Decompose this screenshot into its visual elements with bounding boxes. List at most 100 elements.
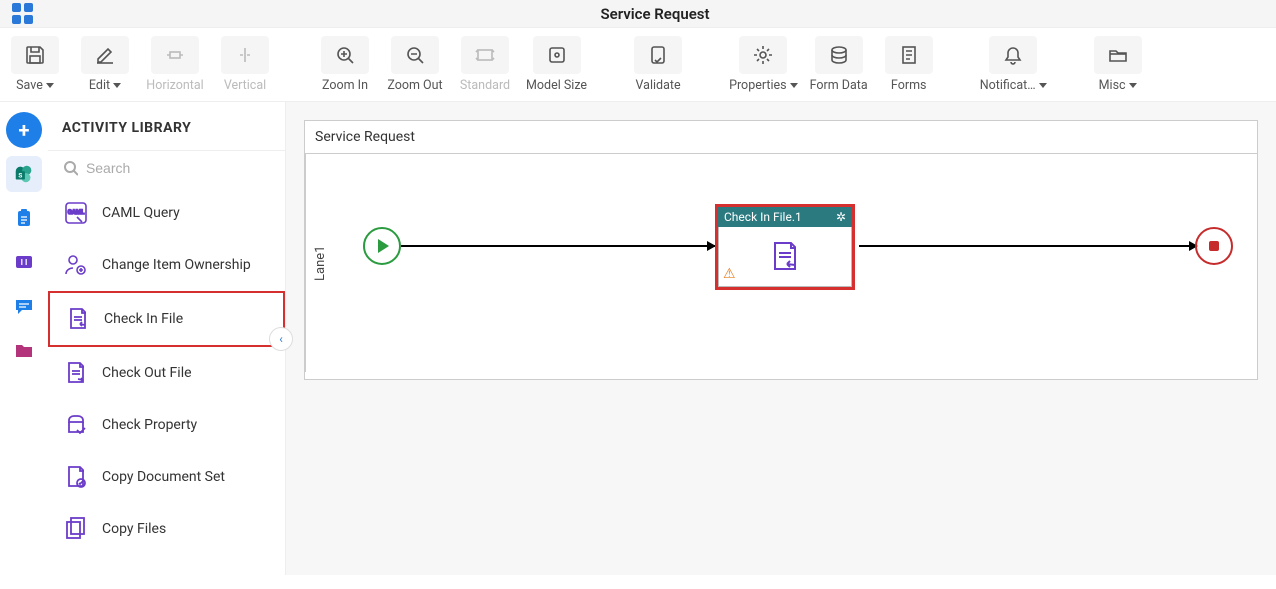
activity-title: Check In File.1: [724, 210, 802, 224]
check-in-file-icon: [767, 239, 803, 275]
activity-check-in-file[interactable]: Check In File.1 ✲ ⚠: [715, 204, 855, 290]
toolbar: Save Edit Horizontal Vertical Zoom In Zo…: [0, 28, 1276, 102]
lib-item-change-ownership[interactable]: Change Item Ownership: [48, 239, 285, 291]
properties-label: Properties: [729, 78, 787, 93]
standard-icon: [461, 36, 509, 74]
zoom-out-icon: [391, 36, 439, 74]
lane-body[interactable]: Check In File.1 ✲ ⚠: [335, 154, 1257, 372]
check-in-icon: [64, 305, 92, 333]
zoom-in-label: Zoom In: [322, 78, 368, 93]
horizontal-label: Horizontal: [146, 78, 203, 93]
misc-button[interactable]: Misc: [1083, 36, 1153, 93]
edit-label: Edit: [89, 78, 110, 93]
swimlane: Lane1 Check In File.1 ✲ ⚠: [305, 154, 1257, 372]
validate-label: Validate: [636, 78, 681, 93]
forms-button[interactable]: Forms: [874, 36, 944, 93]
add-button[interactable]: +: [6, 112, 42, 148]
edit-icon: [81, 36, 129, 74]
clipboard-icon[interactable]: [6, 200, 42, 236]
check-property-icon: [62, 411, 90, 439]
collapse-sidebar-button[interactable]: ‹: [269, 327, 293, 351]
validate-button[interactable]: Validate: [623, 36, 693, 93]
align-vertical-icon: [221, 36, 269, 74]
end-node[interactable]: [1195, 227, 1233, 265]
properties-button[interactable]: Properties: [723, 36, 804, 93]
bell-icon: [989, 36, 1037, 74]
chevron-down-icon: [113, 83, 121, 88]
align-horizontal-icon: [151, 36, 199, 74]
save-icon: [11, 36, 59, 74]
activity-body: ⚠: [718, 227, 852, 287]
start-node[interactable]: [363, 227, 401, 265]
chevron-down-icon: [1039, 83, 1047, 88]
forms-label: Forms: [891, 78, 927, 93]
lib-item-check-property[interactable]: Check Property: [48, 399, 285, 451]
standard-label: Standard: [460, 78, 510, 93]
copy-files-icon: [62, 515, 90, 543]
search-input[interactable]: [86, 160, 271, 176]
app-header: Service Request: [0, 0, 1276, 28]
lib-item-caml-query[interactable]: CAML CAML Query: [48, 187, 285, 239]
model-size-button[interactable]: Model Size: [520, 36, 593, 93]
save-button[interactable]: Save: [0, 36, 70, 93]
sidebar-title: ACTIVITY LIBRARY: [48, 102, 285, 150]
sharepoint-icon[interactable]: S: [6, 156, 42, 192]
chevron-down-icon: [1129, 83, 1137, 88]
zoom-out-button[interactable]: Zoom Out: [380, 36, 450, 93]
zoom-out-label: Zoom Out: [387, 78, 442, 93]
caml-icon: CAML: [62, 199, 90, 227]
svg-text:S: S: [18, 172, 22, 180]
lib-item-label: Check Out File: [102, 365, 192, 381]
folder-icon: [1094, 36, 1142, 74]
lib-item-label: Copy Document Set: [102, 469, 225, 485]
search-box[interactable]: [48, 150, 285, 187]
forms-icon: [885, 36, 933, 74]
lib-item-copy-document-set[interactable]: Copy Document Set: [48, 451, 285, 503]
edit-button[interactable]: Edit: [70, 36, 140, 93]
page-title: Service Request: [34, 5, 1276, 23]
lib-item-label: Copy Files: [102, 521, 166, 537]
model-size-icon: [533, 36, 581, 74]
vertical-button: Vertical: [210, 36, 280, 93]
zoom-in-button[interactable]: Zoom In: [310, 36, 380, 93]
process-title: Service Request: [305, 121, 1257, 154]
notifications-label: Notificat…: [980, 78, 1036, 93]
main-content: + S I I ACTIVITY LIBRARY CAML CAML: [0, 102, 1276, 575]
lib-item-label: CAML Query: [102, 205, 180, 221]
copy-doc-set-icon: [62, 463, 90, 491]
notifications-button[interactable]: Notificat…: [974, 36, 1053, 93]
gear-icon: [739, 36, 787, 74]
chat-icon[interactable]: [6, 288, 42, 324]
standard-button: Standard: [450, 36, 520, 93]
model-size-label: Model Size: [526, 78, 587, 93]
form-data-button[interactable]: Form Data: [804, 36, 874, 93]
lib-item-copy-files[interactable]: Copy Files: [48, 503, 285, 555]
check-out-icon: [62, 359, 90, 387]
flow-arrow: [401, 245, 715, 247]
misc-label: Misc: [1099, 78, 1126, 93]
search-icon: [62, 159, 78, 177]
validate-icon: [634, 36, 682, 74]
zoom-in-icon: [321, 36, 369, 74]
warning-icon: ⚠: [723, 266, 736, 282]
save-label: Save: [16, 78, 43, 93]
svg-text:CAML: CAML: [68, 209, 85, 216]
lib-item-check-out-file[interactable]: Check Out File: [48, 347, 285, 399]
lib-item-label: Check In File: [104, 311, 183, 327]
form-data-label: Form Data: [810, 78, 868, 93]
folder-rail-icon[interactable]: [6, 332, 42, 368]
lane-label: Lane1: [305, 154, 335, 372]
lib-item-label: Change Item Ownership: [102, 257, 251, 273]
activity-list: CAML CAML Query Change Item Ownership Ch…: [48, 187, 285, 575]
process-container: Service Request Lane1 Check In File.1 ✲ …: [304, 120, 1258, 380]
ownership-icon: [62, 251, 90, 279]
workflow-canvas[interactable]: Service Request Lane1 Check In File.1 ✲ …: [286, 102, 1276, 575]
left-icon-rail: + S I I: [0, 102, 48, 575]
lib-item-check-in-file[interactable]: Check In File: [48, 291, 285, 347]
flow-arrow: [859, 245, 1197, 247]
apps-icon[interactable]: [12, 3, 34, 24]
gear-icon[interactable]: ✲: [836, 210, 846, 224]
vertical-label: Vertical: [224, 78, 266, 93]
code-icon[interactable]: I I: [6, 244, 42, 280]
horizontal-button: Horizontal: [140, 36, 210, 93]
